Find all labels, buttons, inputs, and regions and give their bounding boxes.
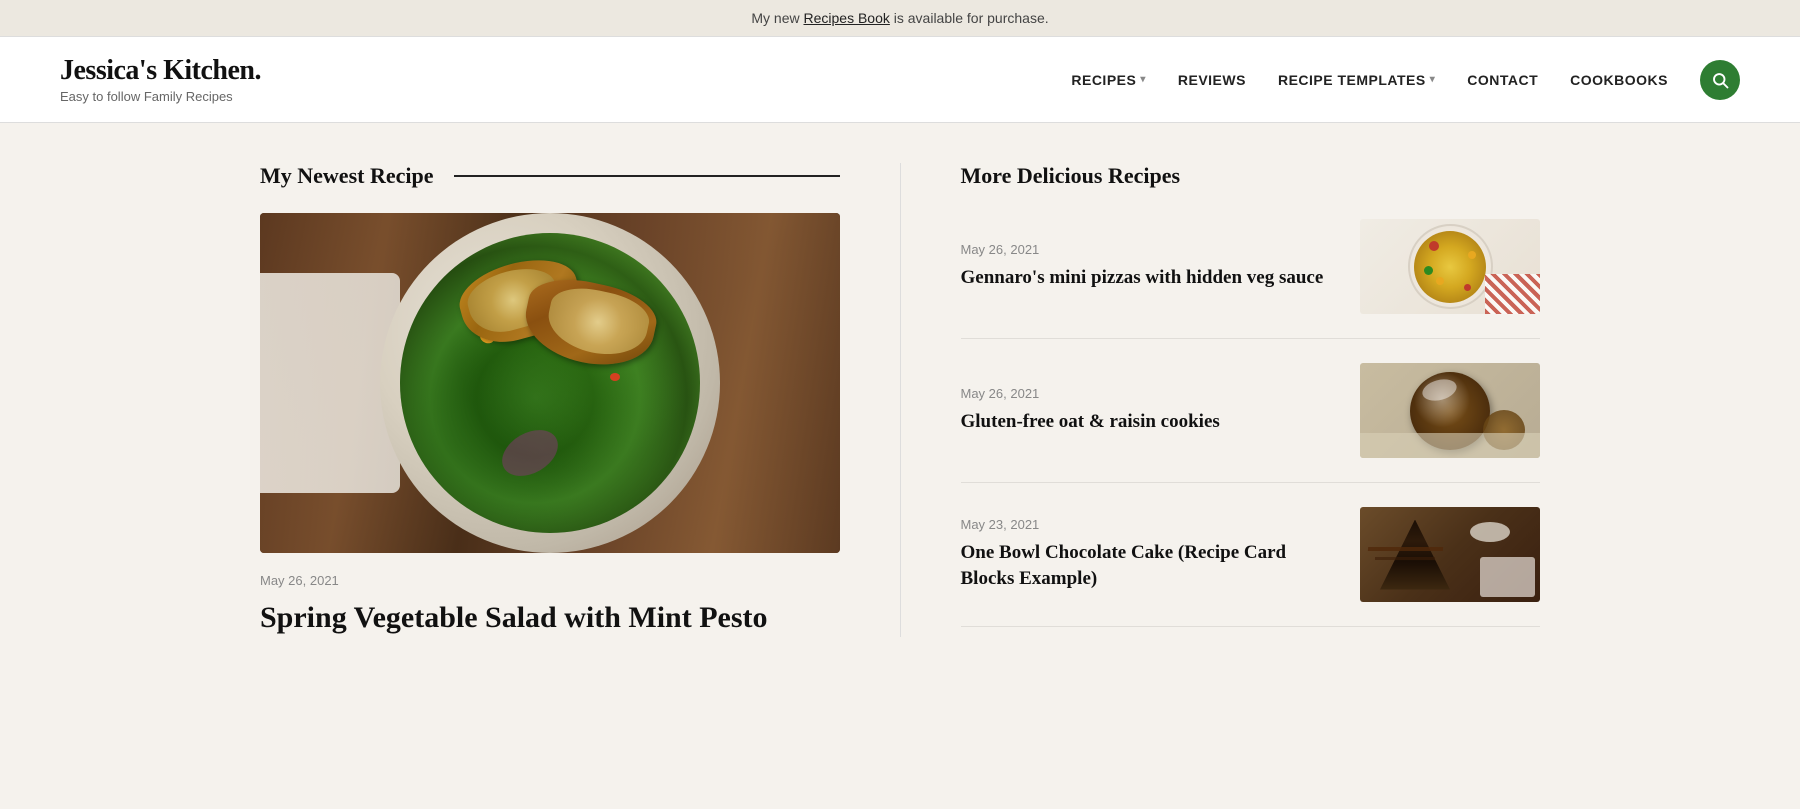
site-title[interactable]: Jessica's Kitchen. <box>60 55 261 87</box>
nav-label-recipe-templates: RECIPE TEMPLATES <box>1278 72 1426 88</box>
recipe-card-2-date: May 26, 2021 <box>961 386 1341 401</box>
nav-label-reviews: REVIEWS <box>1178 72 1246 88</box>
recipe-card-2-title[interactable]: Gluten-free oat & raisin cookies <box>961 409 1341 435</box>
newest-recipe-heading: My Newest Recipe <box>260 163 434 189</box>
nav-label-recipes: RECIPES <box>1071 72 1136 88</box>
nav-item-recipe-templates[interactable]: RECIPE TEMPLATES ▾ <box>1278 72 1435 88</box>
newest-recipe-date: May 26, 2021 <box>260 573 840 588</box>
salad-bowl-bg <box>260 213 840 553</box>
site-branding: Jessica's Kitchen. Easy to follow Family… <box>60 55 261 104</box>
nav-item-reviews[interactable]: REVIEWS <box>1178 72 1246 88</box>
recipe-card-1-date: May 26, 2021 <box>961 242 1341 257</box>
recipe-card-3-image[interactable] <box>1360 507 1540 602</box>
site-header: Jessica's Kitchen. Easy to follow Family… <box>0 37 1800 123</box>
main-nav: RECIPES ▾ REVIEWS RECIPE TEMPLATES ▾ CON… <box>1071 60 1740 100</box>
newest-recipe-heading-container: My Newest Recipe <box>260 163 840 189</box>
nav-item-recipes[interactable]: RECIPES ▾ <box>1071 72 1146 88</box>
recipe-card-1: May 26, 2021 Gennaro's mini pizzas with … <box>961 219 1541 339</box>
recipe-card-2-text: May 26, 2021 Gluten-free oat & raisin co… <box>961 386 1361 435</box>
announcement-text-after: is available for purchase. <box>890 10 1049 26</box>
nav-dropdown-arrow-recipes: ▾ <box>1140 74 1146 85</box>
recipe-card-1-title[interactable]: Gennaro's mini pizzas with hidden veg sa… <box>961 265 1341 291</box>
newest-recipe-image[interactable] <box>260 213 840 553</box>
recipe-card-2: May 26, 2021 Gluten-free oat & raisin co… <box>961 339 1541 483</box>
nav-item-contact[interactable]: CONTACT <box>1467 72 1538 88</box>
newest-recipe-title[interactable]: Spring Vegetable Salad with Mint Pesto <box>260 598 840 637</box>
search-button[interactable] <box>1700 60 1740 100</box>
heading-divider <box>454 175 840 177</box>
recipe-card-3-text: May 23, 2021 One Bowl Chocolate Cake (Re… <box>961 517 1361 591</box>
recipe-card-2-image[interactable] <box>1360 363 1540 458</box>
recipe-card-1-text: May 26, 2021 Gennaro's mini pizzas with … <box>961 242 1361 291</box>
main-content: My Newest Recipe <box>200 123 1600 677</box>
recipe-card-3: May 23, 2021 One Bowl Chocolate Cake (Re… <box>961 483 1541 627</box>
nav-dropdown-arrow-templates: ▾ <box>1430 74 1436 85</box>
announcement-link[interactable]: Recipes Book <box>803 10 889 26</box>
announcement-bar: My new Recipes Book is available for pur… <box>0 0 1800 37</box>
more-recipes-heading: More Delicious Recipes <box>961 163 1541 189</box>
site-tagline: Easy to follow Family Recipes <box>60 89 261 104</box>
more-recipes-section: More Delicious Recipes May 26, 2021 Genn… <box>900 163 1541 637</box>
nav-item-cookbooks[interactable]: COOKBOOKS <box>1570 72 1668 88</box>
announcement-text-before: My new <box>751 10 803 26</box>
nav-label-contact: CONTACT <box>1467 72 1538 88</box>
recipe-card-1-image[interactable] <box>1360 219 1540 314</box>
recipe-card-3-date: May 23, 2021 <box>961 517 1341 532</box>
search-icon <box>1711 71 1729 89</box>
newest-recipe-section: My Newest Recipe <box>260 163 900 637</box>
recipe-card-3-title[interactable]: One Bowl Chocolate Cake (Recipe Card Blo… <box>961 540 1341 591</box>
nav-label-cookbooks: COOKBOOKS <box>1570 72 1668 88</box>
